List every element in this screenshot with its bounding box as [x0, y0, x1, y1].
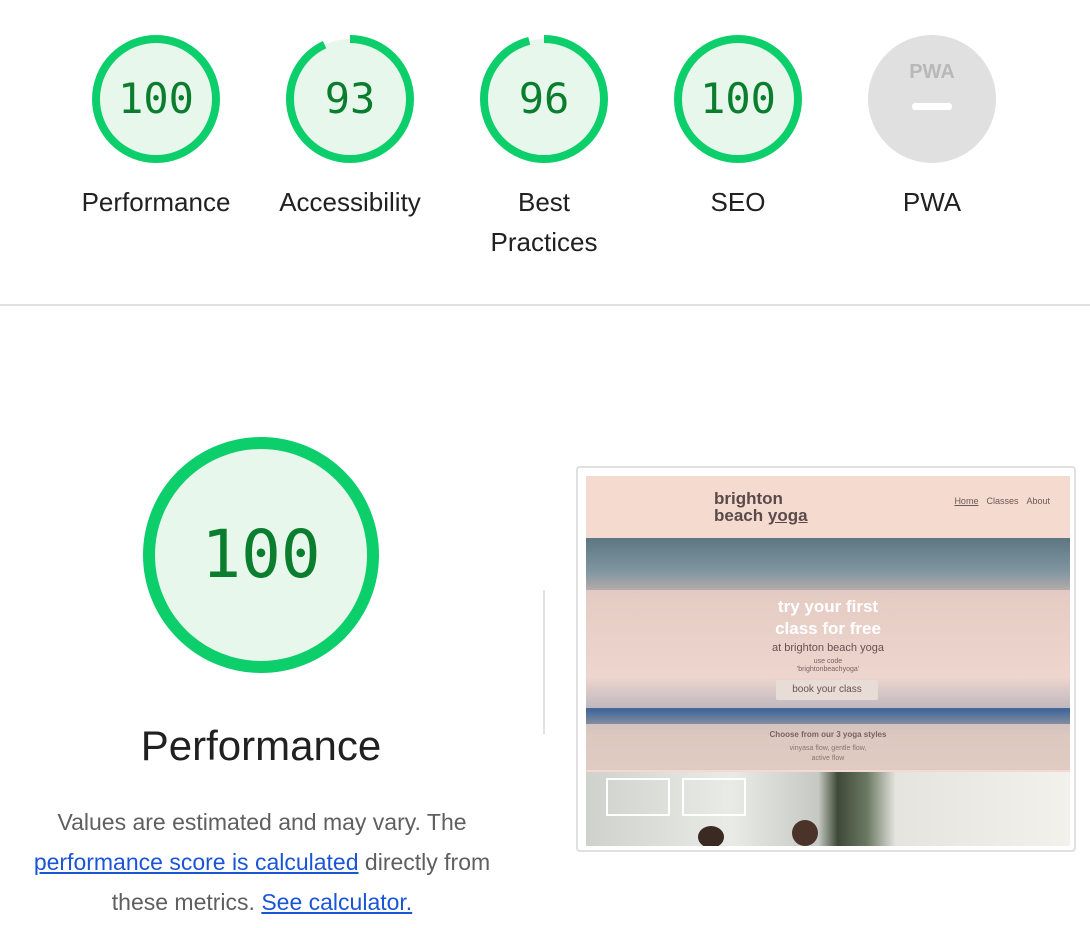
nav-home: Home	[954, 496, 979, 506]
performance-gauge-large: 100	[141, 435, 381, 675]
gauge-label: SEO	[710, 187, 766, 217]
gauge-performance[interactable]: 100 Performance	[61, 34, 251, 222]
window-shape	[682, 778, 746, 816]
styles-text-line-1: vinyasa flow, gentle flow,	[789, 745, 867, 752]
gauge-accessibility[interactable]: 93 Accessibility	[255, 34, 445, 222]
category-summary: 100 Performance 93 Accessibility 96 Best…	[0, 0, 1090, 304]
performance-description: Values are estimated and may vary. The p…	[14, 802, 510, 922]
person-shape	[698, 826, 724, 846]
brand-word-underlined: yoga	[767, 506, 808, 525]
studio-photo	[586, 772, 1070, 846]
book-class-button: book your class	[776, 680, 878, 700]
gauge-score: 100	[118, 74, 194, 123]
performance-title: Performance	[140, 722, 382, 769]
hero-image: try your first class for free at brighto…	[586, 538, 1070, 770]
hero-subtitle: at brighton beach yoga	[772, 642, 884, 654]
gauge-label: Best Practices	[490, 187, 598, 257]
hero-heading-line-2: class for free	[775, 619, 881, 638]
site-brand: brighton beach yoga	[714, 490, 808, 524]
performance-score: 100	[201, 516, 321, 593]
gauge-pwa[interactable]: PWA PWA	[837, 34, 1027, 222]
gauge-score: 100	[700, 74, 776, 123]
gauge-seo[interactable]: 100 SEO	[643, 34, 833, 222]
hero-code: use code 'brightonbeachyoga'	[586, 658, 1070, 674]
gauge-best-practices[interactable]: 96 Best Practices	[449, 34, 639, 262]
site-nav: Home Classes About	[946, 496, 1050, 506]
score-calculated-link[interactable]: performance score is calculated	[34, 849, 359, 875]
nav-about: About	[1026, 496, 1050, 506]
person-shape	[792, 820, 818, 846]
pwa-badge-icon: PWA	[868, 35, 996, 163]
nav-classes: Classes	[986, 496, 1019, 506]
window-shape	[606, 778, 670, 816]
hero-heading: try your first class for free	[586, 596, 1070, 640]
hero-code-line-1: use code	[813, 658, 843, 665]
gauge-label: Accessibility	[279, 187, 421, 217]
brand-line-1: brighton	[714, 489, 783, 508]
final-screenshot[interactable]: brighton beach yoga Home Classes About try…	[586, 476, 1070, 846]
styles-heading: Choose from our 3 yoga styles	[769, 730, 887, 739]
gauge-label: PWA	[902, 187, 962, 217]
pwa-badge-text: PWA	[909, 61, 955, 83]
gauge-label: Performance	[81, 187, 231, 217]
hero-code-line-2: 'brightonbeachyoga'	[796, 666, 860, 673]
brand-line-2: beach yoga	[714, 507, 808, 524]
styles-text-line-2: active flow	[811, 755, 845, 762]
hero-heading-line-1: try your first	[777, 597, 879, 616]
section-divider	[0, 304, 1090, 306]
brand-word: beach	[714, 506, 768, 525]
styles-text: vinyasa flow, gentle flow, active flow	[586, 744, 1070, 764]
vertical-divider	[543, 590, 545, 734]
see-calculator-link[interactable]: See calculator.	[261, 889, 412, 915]
desc-text-1: Values are estimated and may vary. The	[57, 809, 467, 835]
gauge-score: 96	[518, 74, 570, 123]
gauge-score: 93	[324, 74, 376, 123]
site-header: brighton beach yoga Home Classes About	[586, 476, 1070, 538]
